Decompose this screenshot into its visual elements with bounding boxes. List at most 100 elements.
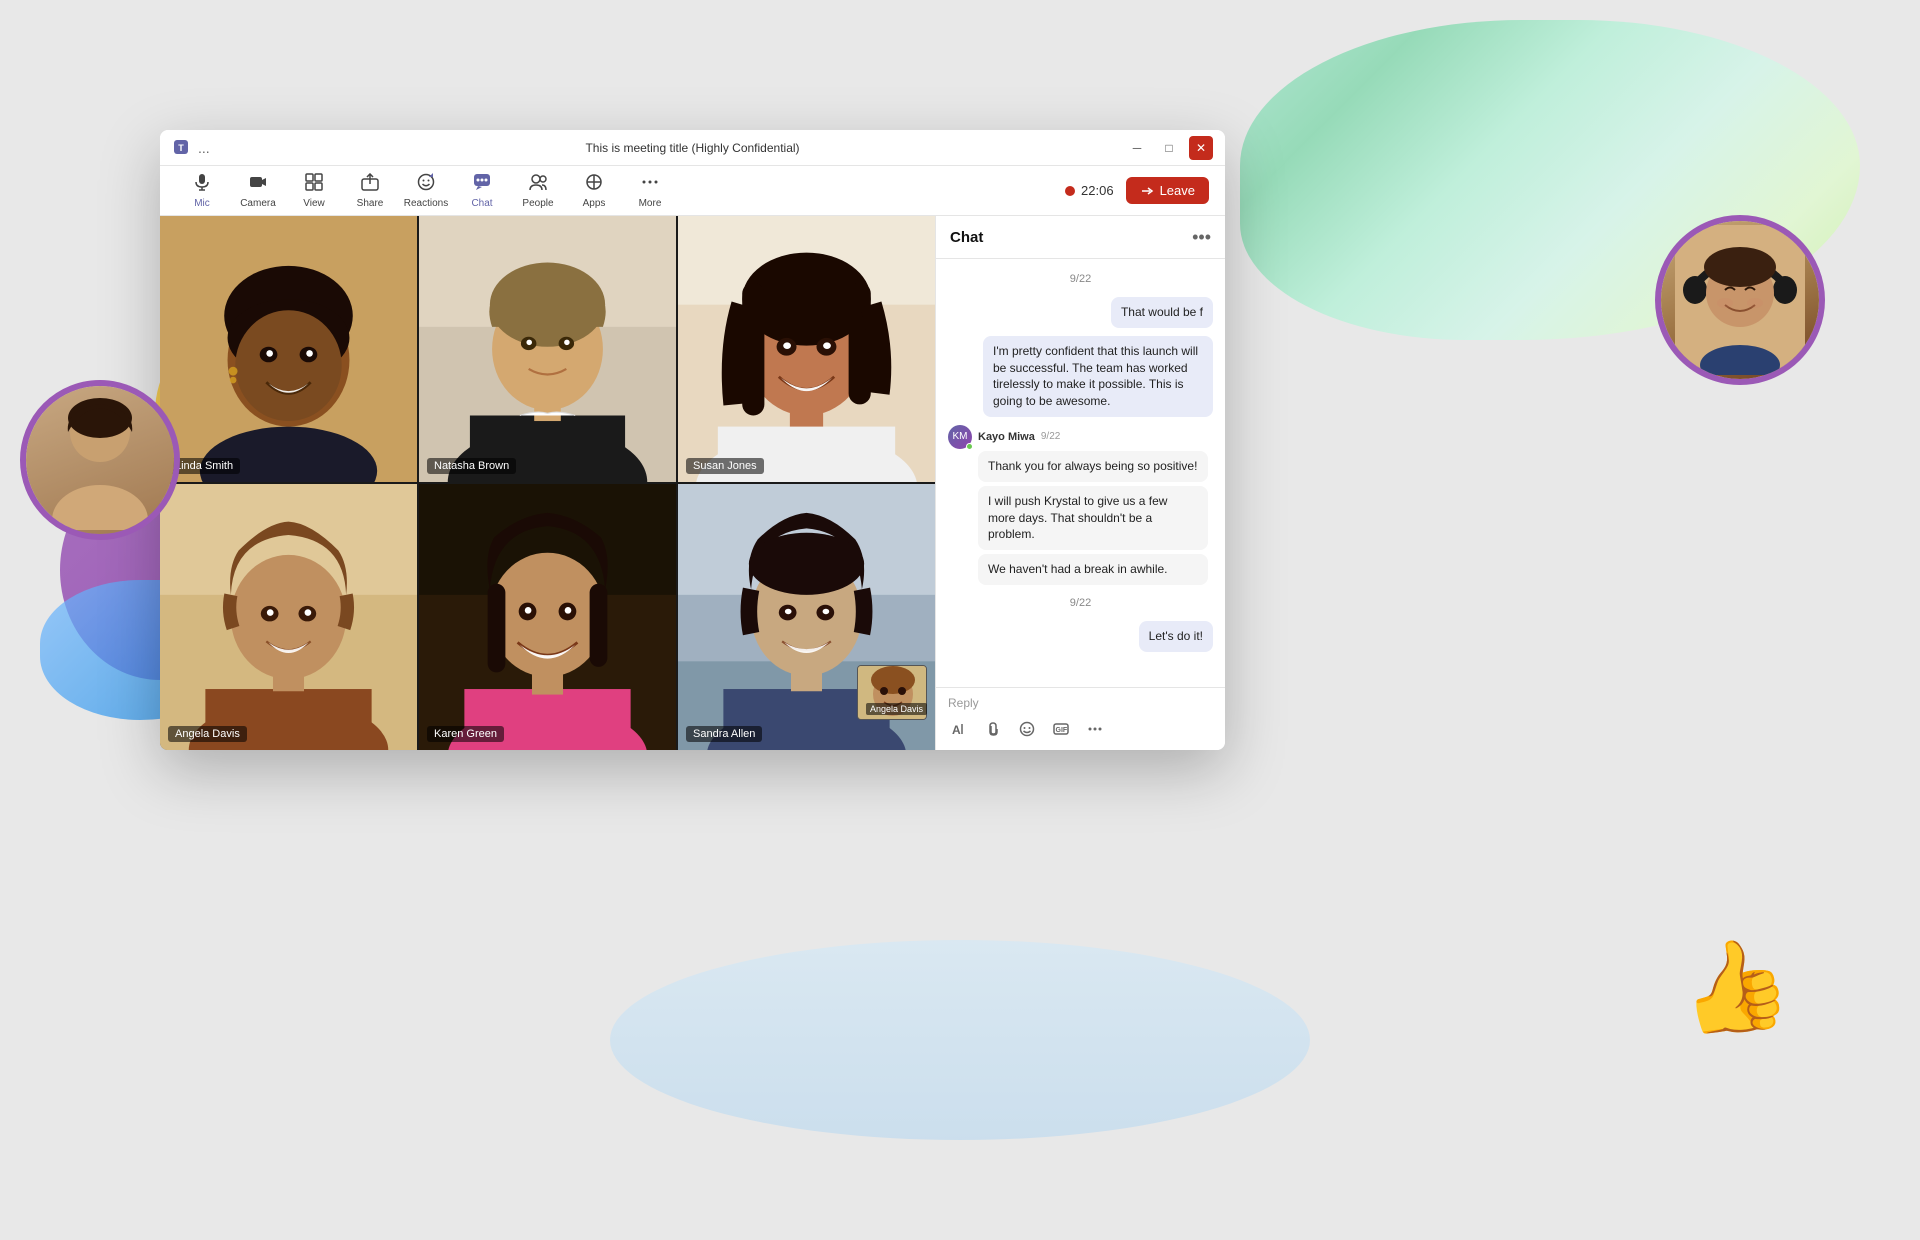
kayo-online-dot (966, 443, 973, 450)
video-cell-linda: Linda Smith (160, 216, 417, 482)
toolbar-view[interactable]: View (288, 170, 340, 212)
chat-bubble-2: I'm pretty confident that this launch wi… (983, 336, 1213, 417)
thumbs-up-emoji: 👍 (1670, 926, 1799, 1049)
chat-msg-2: I'm pretty confident that this launch wi… (948, 336, 1213, 417)
more-icon (641, 173, 659, 196)
timer-value: 22:06 (1081, 183, 1114, 198)
video-cell-karen: Karen Green (419, 484, 676, 750)
pip-label: Angela Davis (866, 703, 927, 715)
toolbar-camera[interactable]: Camera (232, 170, 284, 212)
svg-text:GIF: GIF (1056, 727, 1068, 734)
apps-icon (585, 173, 603, 196)
toolbar-chat[interactable]: Chat (456, 170, 508, 212)
chat-messages[interactable]: 9/22 That would be f I'm pretty confiden… (936, 259, 1225, 687)
toolbar-reactions[interactable]: Reactions (400, 170, 452, 212)
toolbar-right: 22:06 Leave (1065, 177, 1209, 204)
leave-button[interactable]: Leave (1126, 177, 1209, 204)
bg-blob-bottom-center (610, 940, 1310, 1140)
sandra-label: Sandra Allen (686, 726, 762, 742)
leave-label: Leave (1160, 183, 1195, 198)
view-icon (305, 173, 323, 196)
video-cell-susan: Susan Jones (678, 216, 935, 482)
camera-icon (249, 173, 267, 196)
toolbar-share[interactable]: Share (344, 170, 396, 212)
svg-text:A: A (952, 723, 961, 737)
teams-logo: T (172, 138, 190, 156)
main-window: T ... This is meeting title (Highly Conf… (160, 130, 1225, 750)
chat-header: Chat ••• (936, 216, 1225, 259)
reply-label: Reply (946, 696, 1215, 710)
toolbar-more[interactable]: More (624, 170, 676, 212)
chat-more-tools[interactable] (1082, 716, 1108, 742)
title-bar: T ... This is meeting title (Highly Conf… (160, 130, 1225, 166)
more-label: More (639, 198, 662, 209)
gif-button[interactable]: GIF (1048, 716, 1074, 742)
kayo-avatar: KM (948, 425, 972, 449)
chat-title: Chat (950, 229, 983, 246)
content-area: Linda Smith (160, 216, 1225, 750)
toolbar-people[interactable]: People (512, 170, 564, 212)
minimize-button[interactable]: ─ (1125, 136, 1149, 160)
camera-label: Camera (240, 198, 276, 209)
video-cell-angela: Angela Davis (160, 484, 417, 750)
maximize-button[interactable]: □ (1157, 136, 1181, 160)
window-controls: ─ □ ✕ (1125, 136, 1213, 160)
angela-video (160, 484, 417, 750)
chat-date-2: 9/22 (948, 597, 1213, 609)
format-button[interactable]: A (946, 716, 972, 742)
mic-label: Mic (194, 198, 210, 209)
meeting-timer: 22:06 (1065, 183, 1114, 198)
kayo-bubble-1: Thank you for always being so positive! (978, 451, 1208, 482)
people-icon (529, 173, 547, 196)
leave-icon (1140, 184, 1154, 198)
chat-msg-kayo: KM Kayo Miwa 9/22 Thank you for always b… (948, 425, 1213, 585)
chat-label: Chat (471, 198, 492, 209)
karen-label: Karen Green (427, 726, 504, 742)
chat-toolbar: A (946, 716, 1215, 742)
reactions-label: Reactions (404, 198, 448, 209)
chat-bubble-4: Let's do it! (1139, 621, 1213, 652)
chat-msg-1: That would be f (948, 297, 1213, 328)
toolbar-mic[interactable]: Mic (176, 170, 228, 212)
avatar-left-person (26, 386, 174, 534)
video-grid: Linda Smith (160, 216, 935, 750)
susan-video (678, 216, 935, 482)
kayo-name: Kayo Miwa (978, 431, 1035, 443)
recording-dot (1065, 186, 1075, 196)
share-label: Share (357, 198, 384, 209)
chat-more-button[interactable]: ••• (1192, 228, 1211, 246)
close-button[interactable]: ✕ (1189, 136, 1213, 160)
share-icon (361, 173, 379, 196)
susan-label: Susan Jones (686, 458, 764, 474)
window-title: This is meeting title (Highly Confidenti… (585, 141, 799, 155)
chat-kayo-header: KM Kayo Miwa 9/22 (948, 425, 1060, 449)
kayo-timestamp: 9/22 (1041, 431, 1060, 442)
emoji-button[interactable] (1014, 716, 1040, 742)
chat-icon (473, 173, 491, 196)
natasha-video (419, 216, 676, 482)
view-label: View (303, 198, 325, 209)
avatar-left (20, 380, 180, 540)
avatar-right (1655, 215, 1825, 385)
attach-button[interactable] (980, 716, 1006, 742)
chat-date-1: 9/22 (948, 273, 1213, 285)
toolbar: Mic Camera View (160, 166, 1225, 216)
chat-msg-4: Let's do it! (948, 621, 1213, 652)
people-label: People (522, 198, 553, 209)
apps-label: Apps (583, 198, 606, 209)
reactions-icon (417, 173, 435, 196)
angela-label: Angela Davis (168, 726, 247, 742)
linda-video (160, 216, 417, 482)
kayo-bubble-3: We haven't had a break in awhile. (978, 554, 1208, 585)
video-cell-natasha: Natasha Brown (419, 216, 676, 482)
mic-icon (193, 173, 211, 196)
video-cell-sandra: Sandra Allen Angela Davis (678, 484, 935, 750)
karen-video (419, 484, 676, 750)
kayo-bubble-2: I will push Krystal to give us a few mor… (978, 486, 1208, 550)
chat-panel: Chat ••• 9/22 That would be f I'm pretty… (935, 216, 1225, 750)
svg-text:T: T (178, 143, 184, 153)
toolbar-apps[interactable]: Apps (568, 170, 620, 212)
title-bar-more[interactable]: ... (198, 140, 210, 156)
natasha-label: Natasha Brown (427, 458, 516, 474)
chat-footer: Reply A (936, 687, 1225, 750)
